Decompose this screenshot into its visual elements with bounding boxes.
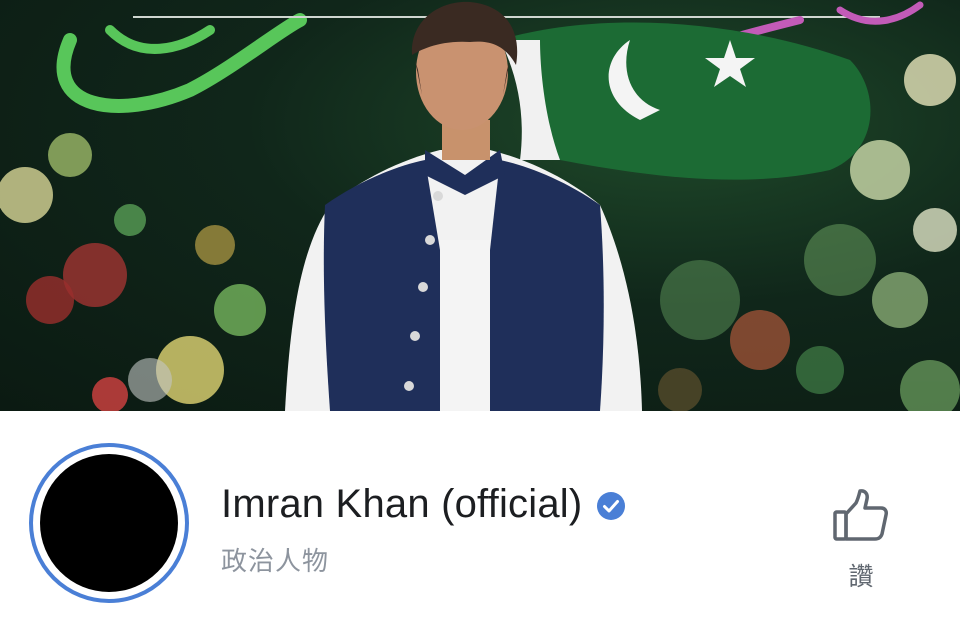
like-label: 讚 (848, 563, 874, 591)
page-name[interactable]: Imran Khan (official) (221, 482, 582, 527)
thumbs-up-icon (832, 487, 890, 545)
like-button[interactable]: 讚 (826, 487, 896, 597)
profile-picture[interactable] (29, 443, 189, 603)
page-name-row: Imran Khan (official) (221, 479, 626, 529)
page-category: 政治人物 (221, 546, 330, 576)
profile-picture-image (40, 454, 178, 592)
verified-badge-icon[interactable] (596, 491, 626, 521)
cover-photo[interactable] (0, 0, 960, 411)
page-header: Imran Khan (official) 政治人物 讚 (0, 411, 960, 627)
cover-photo-illustration (0, 1, 960, 411)
